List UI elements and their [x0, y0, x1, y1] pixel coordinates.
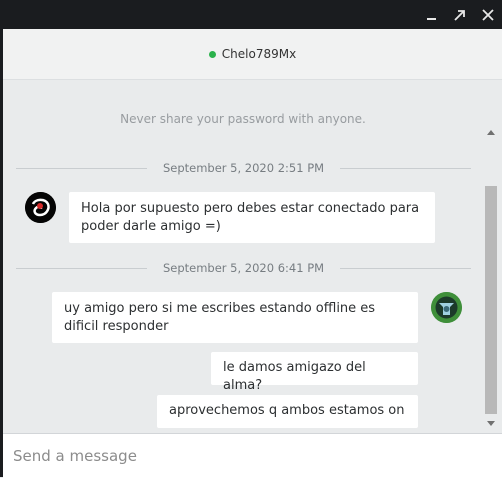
scrollbar-thumb[interactable] — [485, 186, 497, 414]
message-scrollbar[interactable] — [484, 125, 498, 431]
scroll-down-arrow-icon[interactable] — [487, 421, 495, 426]
contact-name: Chelo789Mx — [221, 47, 297, 61]
restore-icon[interactable] — [450, 5, 470, 25]
online-status-dot — [208, 50, 216, 58]
message-bubble-outgoing: uy amigo pero si me escribes estando off… — [52, 292, 418, 343]
date-divider: September 5, 2020 6:41 PM — [16, 261, 472, 275]
date-divider-label: September 5, 2020 6:41 PM — [162, 261, 325, 275]
message-bubble-outgoing: le damos amigazo del alma? — [211, 352, 418, 393]
message-composer — [3, 433, 502, 478]
message-bubble-outgoing: aprovechemos q ambos estamos on — [157, 395, 418, 428]
title-bar — [0, 0, 502, 29]
minimize-icon[interactable] — [422, 5, 442, 25]
close-icon[interactable] — [478, 5, 498, 25]
message-list: Never share your password with anyone. S… — [3, 80, 483, 432]
scroll-up-arrow-icon[interactable] — [487, 130, 495, 135]
contact-avatar[interactable] — [25, 192, 56, 223]
chat-header: Chelo789Mx — [3, 29, 502, 80]
date-divider: September 5, 2020 2:51 PM — [16, 161, 472, 175]
security-notice: Never share your password with anyone. — [120, 112, 366, 126]
message-input[interactable] — [3, 434, 502, 478]
date-divider-label: September 5, 2020 2:51 PM — [162, 161, 325, 175]
user-avatar[interactable] — [431, 292, 462, 323]
message-bubble-incoming: Hola por supuesto pero debes estar conec… — [69, 192, 435, 243]
